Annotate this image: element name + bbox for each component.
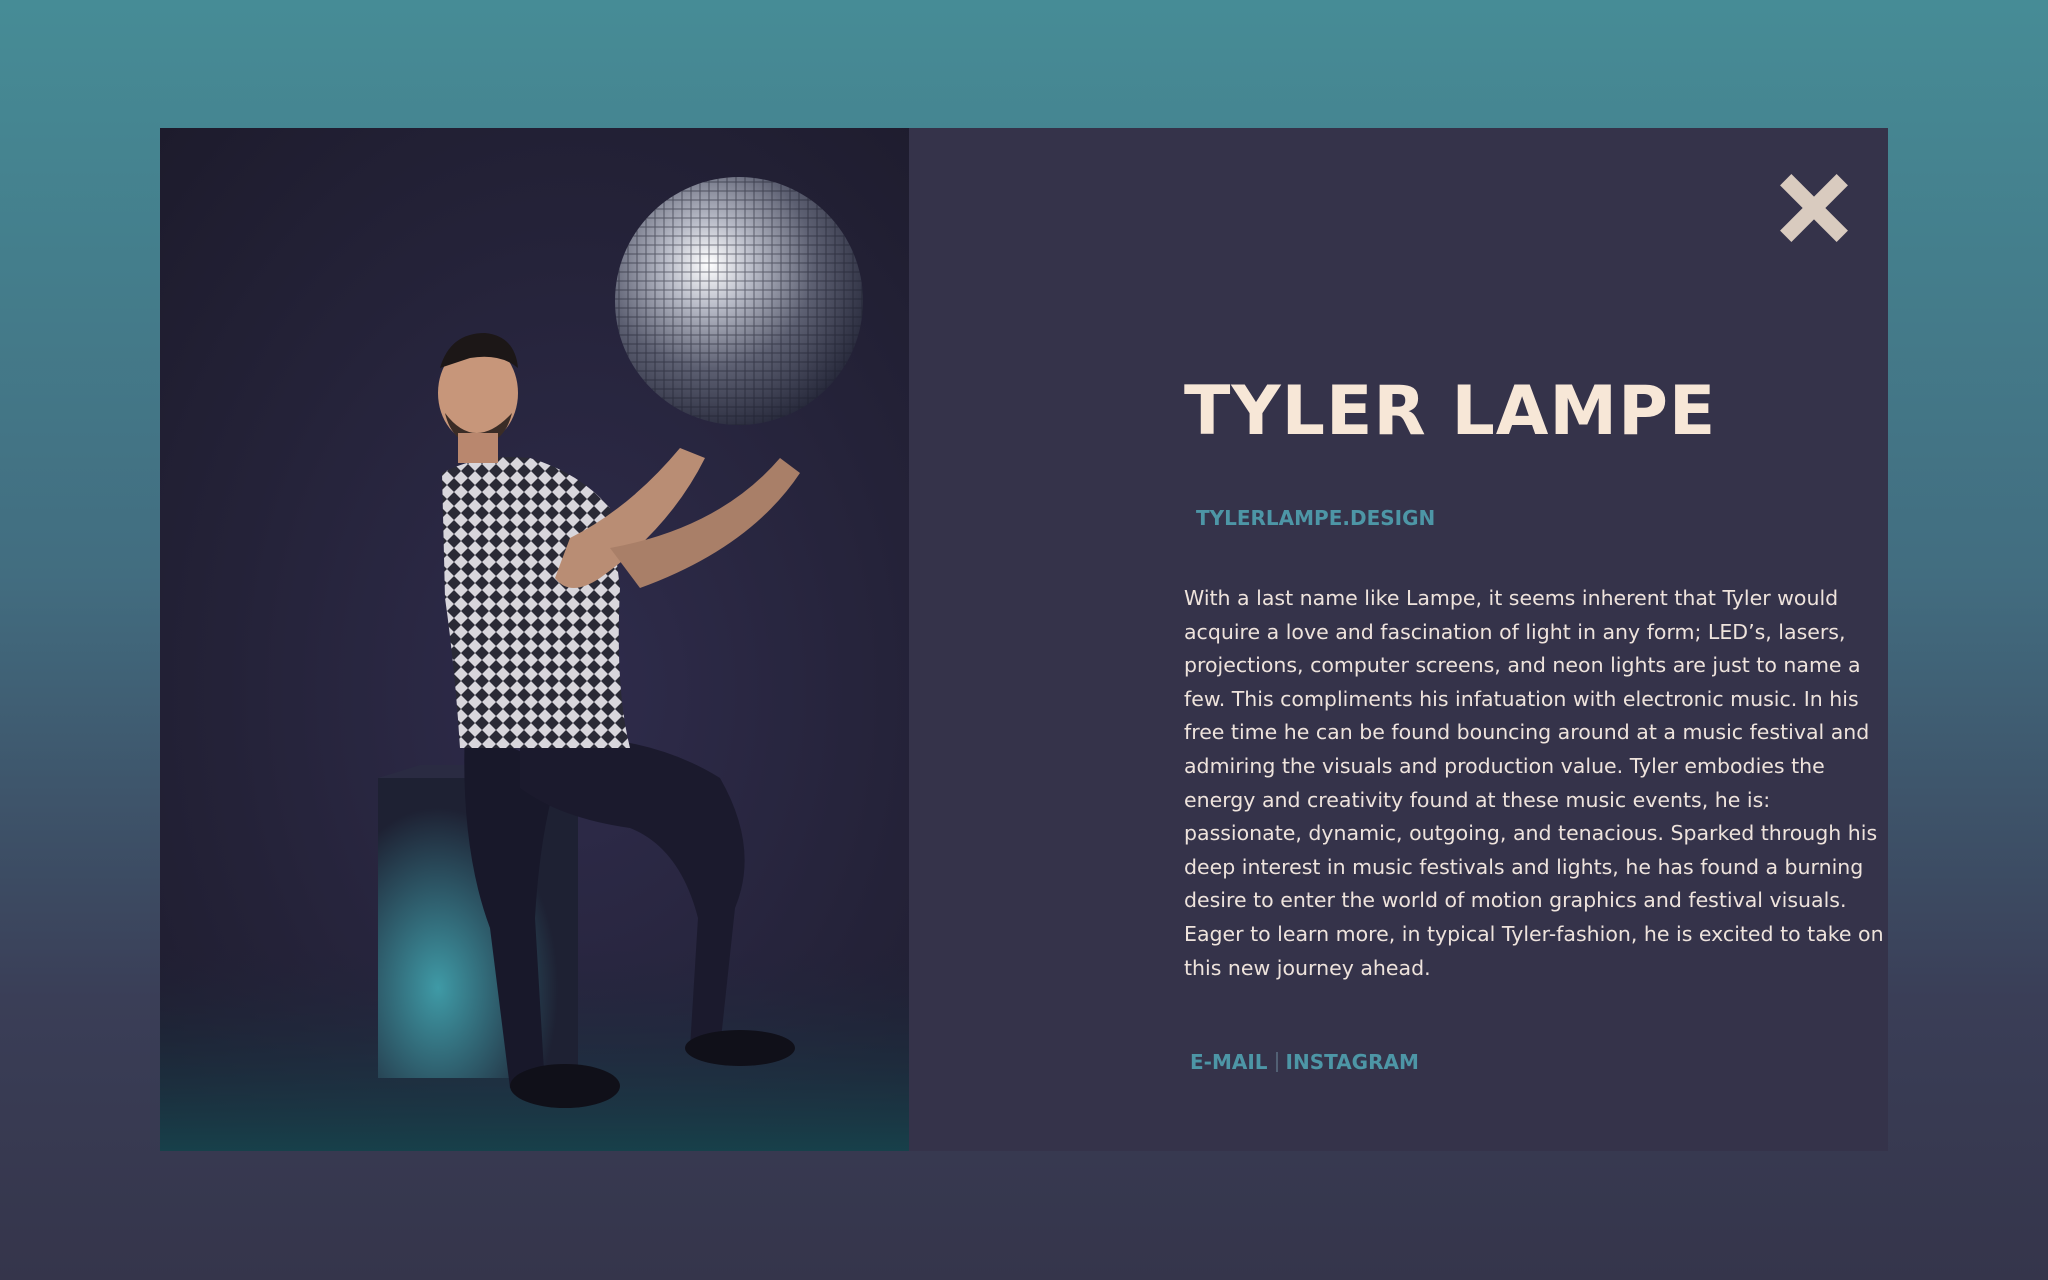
website-link[interactable]: TYLERLAMPE.DESIGN bbox=[1196, 506, 1435, 530]
profile-bio: With a last name like Lampe, it seems in… bbox=[1184, 586, 1884, 980]
shoe-left bbox=[510, 1064, 620, 1108]
shoe-right bbox=[685, 1030, 795, 1066]
profile-modal: TYLER LAMPE TYLERLAMPE.DESIGN With a las… bbox=[160, 128, 1888, 1151]
email-link[interactable]: E-MAIL bbox=[1190, 1050, 1268, 1074]
instagram-link[interactable]: INSTAGRAM bbox=[1286, 1050, 1419, 1074]
profile-content: TYLER LAMPE TYLERLAMPE.DESIGN With a las… bbox=[909, 128, 1888, 1151]
social-links: E-MAIL INSTAGRAM bbox=[1190, 1050, 1419, 1074]
link-separator bbox=[1275, 1052, 1278, 1072]
profile-name: TYLER LAMPE bbox=[1184, 372, 1717, 451]
profile-photo bbox=[160, 128, 909, 1151]
shirt bbox=[442, 457, 630, 748]
close-button[interactable] bbox=[1778, 172, 1850, 244]
photo-illustration bbox=[160, 177, 909, 1151]
